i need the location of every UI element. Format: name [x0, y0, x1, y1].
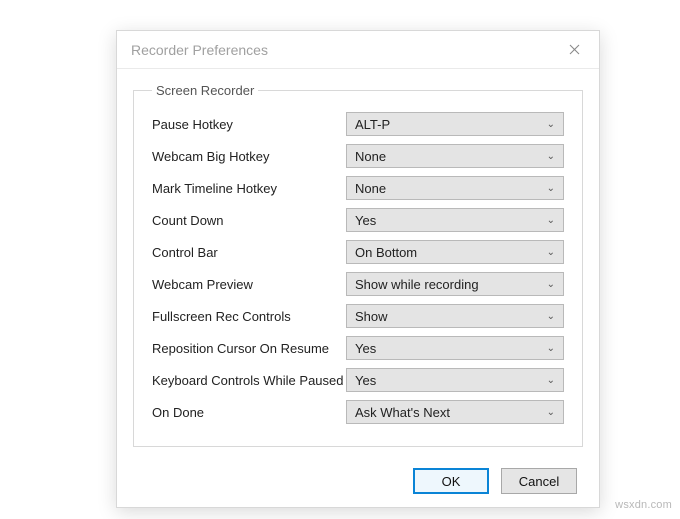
dialog-footer: OK Cancel [117, 455, 599, 507]
mark-timeline-hotkey-select[interactable]: None ⌄ [346, 176, 564, 200]
pref-label-control-bar: Control Bar [152, 245, 346, 260]
pause-hotkey-value: ALT-P [355, 117, 390, 132]
pref-label-pause-hotkey: Pause Hotkey [152, 117, 346, 132]
pref-row: Fullscreen Rec Controls Show ⌄ [152, 300, 564, 332]
pref-row: Count Down Yes ⌄ [152, 204, 564, 236]
reposition-cursor-select[interactable]: Yes ⌄ [346, 336, 564, 360]
pref-label-fullscreen-rec-controls: Fullscreen Rec Controls [152, 309, 346, 324]
webcam-big-hotkey-value: None [355, 149, 386, 164]
close-button[interactable] [563, 39, 585, 61]
chevron-down-icon: ⌄ [547, 247, 555, 258]
dialog-content: Screen Recorder Pause Hotkey ALT-P ⌄ Web… [117, 69, 599, 455]
pref-row: Keyboard Controls While Paused Yes ⌄ [152, 364, 564, 396]
ok-button[interactable]: OK [413, 468, 489, 494]
close-icon [569, 44, 580, 55]
chevron-down-icon: ⌄ [547, 407, 555, 418]
pref-label-keyboard-controls-paused: Keyboard Controls While Paused [152, 373, 346, 388]
keyboard-controls-paused-select[interactable]: Yes ⌄ [346, 368, 564, 392]
chevron-down-icon: ⌄ [547, 279, 555, 290]
pref-row: Reposition Cursor On Resume Yes ⌄ [152, 332, 564, 364]
keyboard-controls-paused-value: Yes [355, 373, 376, 388]
chevron-down-icon: ⌄ [547, 215, 555, 226]
group-legend: Screen Recorder [152, 83, 258, 98]
count-down-select[interactable]: Yes ⌄ [346, 208, 564, 232]
pref-row: Pause Hotkey ALT-P ⌄ [152, 108, 564, 140]
on-done-value: Ask What's Next [355, 405, 450, 420]
chevron-down-icon: ⌄ [547, 151, 555, 162]
pref-row: Webcam Big Hotkey None ⌄ [152, 140, 564, 172]
watermark-text: wsxdn.com [615, 499, 672, 511]
pref-label-on-done: On Done [152, 405, 346, 420]
webcam-big-hotkey-select[interactable]: None ⌄ [346, 144, 564, 168]
fullscreen-rec-controls-value: Show [355, 309, 388, 324]
titlebar: Recorder Preferences [117, 31, 599, 69]
screen-recorder-group: Screen Recorder Pause Hotkey ALT-P ⌄ Web… [133, 83, 583, 447]
chevron-down-icon: ⌄ [547, 119, 555, 130]
preferences-dialog: Recorder Preferences Screen Recorder Pau… [116, 30, 600, 508]
mark-timeline-hotkey-value: None [355, 181, 386, 196]
pref-label-mark-timeline-hotkey: Mark Timeline Hotkey [152, 181, 346, 196]
control-bar-select[interactable]: On Bottom ⌄ [346, 240, 564, 264]
chevron-down-icon: ⌄ [547, 375, 555, 386]
pref-label-webcam-preview: Webcam Preview [152, 277, 346, 292]
pref-label-count-down: Count Down [152, 213, 346, 228]
pause-hotkey-select[interactable]: ALT-P ⌄ [346, 112, 564, 136]
webcam-preview-value: Show while recording [355, 277, 479, 292]
chevron-down-icon: ⌄ [547, 311, 555, 322]
control-bar-value: On Bottom [355, 245, 417, 260]
pref-row: Control Bar On Bottom ⌄ [152, 236, 564, 268]
webcam-preview-select[interactable]: Show while recording ⌄ [346, 272, 564, 296]
cancel-button[interactable]: Cancel [501, 468, 577, 494]
fullscreen-rec-controls-select[interactable]: Show ⌄ [346, 304, 564, 328]
pref-row: Webcam Preview Show while recording ⌄ [152, 268, 564, 300]
window-title: Recorder Preferences [131, 42, 268, 58]
pref-label-reposition-cursor: Reposition Cursor On Resume [152, 341, 346, 356]
chevron-down-icon: ⌄ [547, 343, 555, 354]
pref-label-webcam-big-hotkey: Webcam Big Hotkey [152, 149, 346, 164]
reposition-cursor-value: Yes [355, 341, 376, 356]
pref-row: On Done Ask What's Next ⌄ [152, 396, 564, 428]
count-down-value: Yes [355, 213, 376, 228]
on-done-select[interactable]: Ask What's Next ⌄ [346, 400, 564, 424]
chevron-down-icon: ⌄ [547, 183, 555, 194]
pref-row: Mark Timeline Hotkey None ⌄ [152, 172, 564, 204]
